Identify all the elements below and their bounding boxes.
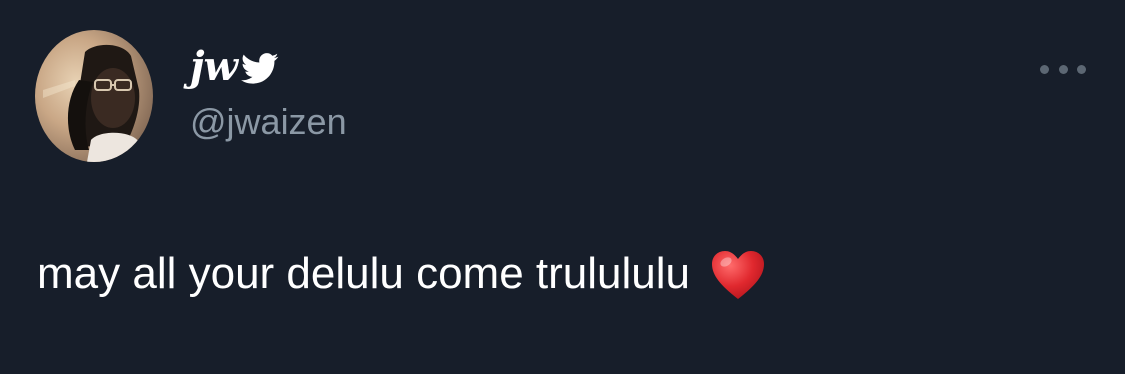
- tweet-card: jw @jwaizen may all your delulu come tru…: [0, 0, 1125, 374]
- author-handle[interactable]: @jwaizen: [190, 104, 347, 140]
- avatar-photo: [35, 30, 153, 162]
- more-options-icon: [1040, 64, 1049, 74]
- avatar[interactable]: [35, 30, 153, 162]
- more-options-button[interactable]: [1036, 55, 1090, 83]
- display-name: jw: [190, 43, 238, 90]
- more-options-dot: [1058, 64, 1068, 74]
- author-name-row[interactable]: jw: [190, 42, 279, 92]
- more-options-dot: [1077, 64, 1086, 74]
- twitter-bird-icon: [240, 53, 279, 85]
- tweet-body: may all your delulu come trulululu: [37, 248, 690, 298]
- red-heart-icon: [710, 249, 766, 301]
- tweet-text: may all your delulu come trulululu: [37, 247, 766, 301]
